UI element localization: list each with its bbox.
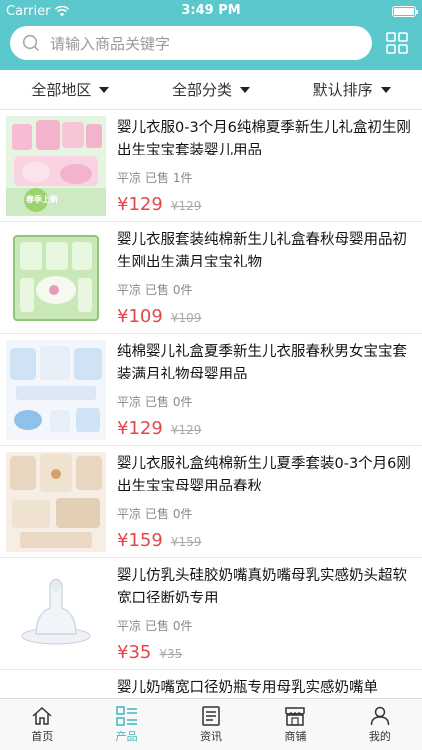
product-item[interactable]: 婴儿仿乳头硅胶奶嘴真奶嘴母乳实感奶头超软宽口径断奶专用 平凉 已售 0件 ¥35 ¥… [0,558,422,670]
product-price: ¥35 [117,642,152,663]
home-icon [32,706,52,725]
product-item[interactable]: 春季上新 婴儿衣服0-3个月6纯棉夏季新生儿礼盒初生刚出生宝宝套装婴儿用品 平凉… [0,110,422,222]
tab-products-label: 产品 [115,729,138,743]
battery-icon [392,5,418,17]
search-icon [22,34,40,52]
status-bar: Carrier 3:49 PM [0,0,422,22]
product-location: 平凉 [117,283,142,297]
user-icon [370,706,390,725]
product-item[interactable]: 纯棉婴儿礼盒夏季新生儿衣服春秋男女宝宝套装满月礼物母婴用品 平凉 已售 0件 ¥1… [0,334,422,446]
filter-region[interactable]: 全部地区 [0,70,141,109]
product-price: ¥129 [117,194,163,215]
dropdown-triangle-icon [380,86,391,93]
category-grid-button[interactable] [382,28,412,58]
news-icon [202,705,220,726]
filter-category-label: 全部分类 [172,81,233,99]
product-title: 婴儿仿乳头硅胶奶嘴真奶嘴母乳实感奶头超软宽口径断奶专用 [117,568,407,603]
product-old-price: ¥129 [170,423,202,437]
product-old-price: ¥159 [170,535,202,549]
tab-home[interactable]: 首页 [0,699,84,750]
product-thumbnail: 春季上新 [6,116,106,216]
product-old-price: ¥35 [159,647,183,661]
product-location: 平凉 [117,507,142,521]
dropdown-triangle-icon [240,86,251,93]
product-thumbnail [6,228,106,328]
product-title: 婴儿衣服0-3个月6纯棉夏季新生儿礼盒初生刚出生宝宝套装婴儿用品 [117,120,411,155]
product-thumbnail [6,564,106,664]
product-location: 平凉 [117,619,142,633]
search-input[interactable]: 请输入商品关键字 [10,26,372,60]
filter-region-label: 全部地区 [31,81,92,99]
product-title: 纯棉婴儿礼盒夏季新生儿衣服春秋男女宝宝套装满月礼物母婴用品 [117,344,407,379]
product-price: ¥129 [117,418,163,439]
tab-profile[interactable]: 我的 [338,699,422,750]
list-icon [115,705,137,726]
filter-category[interactable]: 全部分类 [141,70,282,109]
tab-shop-label: 商铺 [284,729,307,743]
product-item[interactable]: 婴儿衣服套装纯棉新生儿礼盒春秋母婴用品初生刚出生满月宝宝礼物 平凉 已售 0件 ¥… [0,222,422,334]
filter-sort[interactable]: 默认排序 [281,70,422,109]
clock: 3:49 PM [181,3,241,18]
filter-sort-label: 默认排序 [312,81,373,99]
app-header: Carrier 3:49 PM 请输入商品关键字 [0,0,422,70]
product-item[interactable]: 婴儿衣服礼盒纯棉新生儿夏季套装0-3个月6刚出生宝宝母婴用品春秋 平凉 已售 0件… [0,446,422,558]
filter-bar: 全部地区 全部分类 默认排序 [0,70,422,110]
tab-news-label: 资讯 [200,729,223,743]
product-thumbnail [6,452,106,552]
dropdown-triangle-icon [99,86,110,93]
tab-home-label: 首页 [31,729,54,743]
product-price: ¥109 [117,306,163,327]
bottom-tab-bar: 首页 产品 资讯 商铺 我的 [0,698,422,750]
product-sold: 已售 0件 [145,507,193,521]
product-list: 春季上新 婴儿衣服0-3个月6纯棉夏季新生儿礼盒初生刚出生宝宝套装婴儿用品 平凉… [0,110,422,698]
product-sold: 已售 0件 [145,395,193,409]
product-title: 婴儿衣服礼盒纯棉新生儿夏季套装0-3个月6刚出生宝宝母婴用品春秋 [117,456,411,491]
product-old-price: ¥109 [170,311,202,325]
search-placeholder: 请输入商品关键字 [50,34,171,53]
product-location: 平凉 [117,171,142,185]
product-title: 婴儿衣服套装纯棉新生儿礼盒春秋母婴用品初生刚出生满月宝宝礼物 [117,232,407,267]
product-sold: 已售 0件 [145,619,193,633]
product-old-price: ¥129 [170,199,202,213]
tab-products[interactable]: 产品 [84,699,168,750]
tab-shop[interactable]: 商铺 [253,699,337,750]
tab-news[interactable]: 资讯 [169,699,253,750]
product-thumbnail [6,676,106,698]
product-item[interactable]: 婴儿奶嘴宽口径奶瓶专用母乳实感奶嘴单 [0,670,422,698]
product-thumbnail [6,340,106,440]
product-sold: 已售 1件 [145,171,193,185]
shop-icon [285,706,306,726]
product-title: 婴儿奶嘴宽口径奶瓶专用母乳实感奶嘴单 [117,680,378,696]
product-sold: 已售 0件 [145,283,193,297]
product-location: 平凉 [117,395,142,409]
new-season-badge: 春季上新 [26,195,58,204]
grid-icon [386,32,408,54]
tab-profile-label: 我的 [368,729,391,743]
product-price: ¥159 [117,530,163,551]
